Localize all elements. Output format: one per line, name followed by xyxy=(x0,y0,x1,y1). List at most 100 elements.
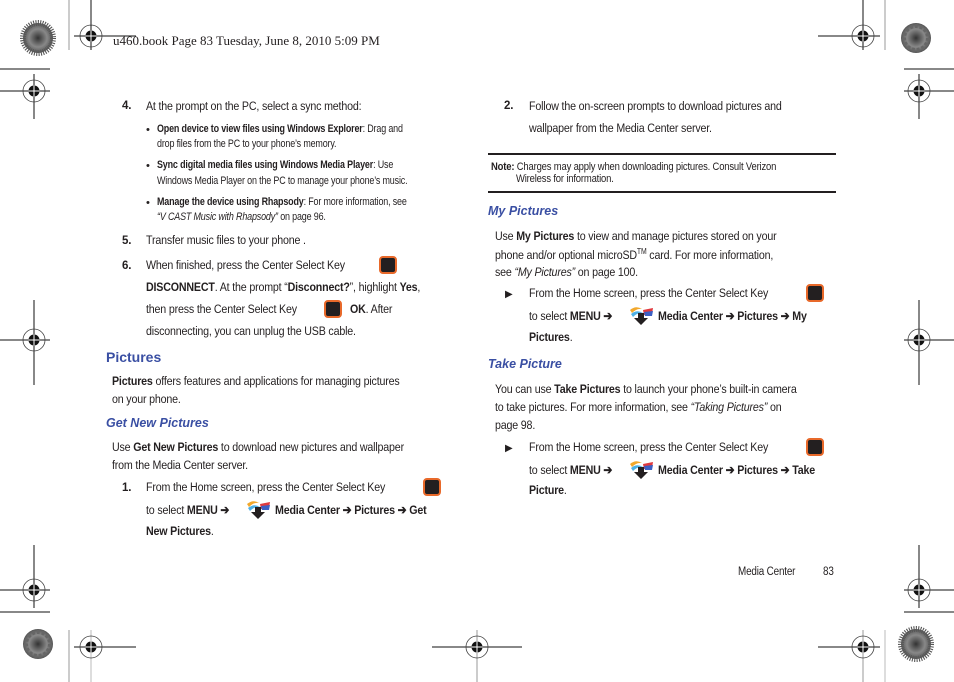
paragraph: from the Media Center server. xyxy=(112,458,248,472)
center-select-key-icon xyxy=(806,284,824,302)
menu-term: MENU xyxy=(569,309,601,323)
paragraph: Use Get New Pictures to download new pic… xyxy=(112,440,404,454)
paragraph: page 98. xyxy=(495,418,536,432)
text: Use xyxy=(495,229,517,243)
menu-term: Picture xyxy=(529,483,564,497)
step-text: Pictures. xyxy=(529,330,573,344)
bullet-text: : For more information, see xyxy=(303,196,407,208)
menu-term: Get xyxy=(409,503,427,517)
text: . After xyxy=(365,302,393,316)
paragraph: see “My Pictures” on page 100. xyxy=(495,265,638,279)
cross-reference-link[interactable]: “V CAST Music with Rhapsody” xyxy=(157,211,278,223)
step-text: to select MENU ➔ xyxy=(529,462,612,477)
bold-term: Pictures xyxy=(112,374,153,388)
bullet-text: : Use xyxy=(373,159,394,171)
step-text: New Pictures. xyxy=(146,524,214,538)
text: You can use xyxy=(495,382,555,396)
arrow-icon: ➔ xyxy=(780,463,790,477)
step-text: to select MENU ➔ xyxy=(146,502,229,517)
note-label: Note: xyxy=(491,161,515,173)
bullet-text: drop files from the PC to your phone’s m… xyxy=(157,138,337,150)
step-text: From the Home screen, press the Center S… xyxy=(529,286,769,300)
arrow-icon: ➔ xyxy=(725,309,735,323)
footer-section-name: Media Center xyxy=(738,566,796,578)
paragraph: to take pictures. For more information, … xyxy=(495,400,782,414)
registration-disc-top-right xyxy=(901,23,931,53)
step-number: 6. xyxy=(122,260,132,272)
text: offers features and applications for man… xyxy=(152,374,400,388)
arrow-icon: ➔ xyxy=(725,463,735,477)
text: ”, highlight xyxy=(349,280,400,294)
arrow-icon: ➔ xyxy=(603,309,613,323)
bullet-item: Sync digital media files using Windows M… xyxy=(157,159,393,171)
bullet-text: Windows Media Player on the PC to manage… xyxy=(157,175,408,187)
menu-term: Media Center xyxy=(658,463,723,477)
menu-term: Media Center xyxy=(658,309,723,323)
bullet-triangle-icon: ▶ xyxy=(505,289,513,300)
step-number: 4. xyxy=(122,100,132,112)
bullet-bold: Sync digital media files using Windows M… xyxy=(157,159,374,171)
text: on page 100. xyxy=(574,265,638,279)
menu-term: My xyxy=(792,309,807,323)
step-text: At the prompt on the PC, select a sync m… xyxy=(146,99,362,113)
media-center-icon xyxy=(630,461,653,479)
page-number: 83 xyxy=(823,566,834,578)
note-text: Charges may apply when downloading pictu… xyxy=(514,161,777,173)
subsection-heading-get-new-pictures: Get New Pictures xyxy=(106,416,209,430)
text: to select xyxy=(146,503,187,517)
step-text: wallpaper from the Media Center server. xyxy=(529,121,712,135)
step-text: From the Home screen, press the Center S… xyxy=(529,440,769,454)
bold-term: Disconnect? xyxy=(287,280,350,294)
paragraph: Use My Pictures to view and manage pictu… xyxy=(495,229,777,243)
subsection-heading-my-pictures: My Pictures xyxy=(488,204,559,218)
step-text: Media Center ➔ Pictures ➔ Get xyxy=(275,502,427,517)
paragraph: on your phone. xyxy=(112,392,181,406)
menu-term: New Pictures xyxy=(146,524,211,538)
step-text: Media Center ➔ Pictures ➔ Take xyxy=(658,462,815,477)
step-number: 1. xyxy=(122,482,132,494)
menu-term: MENU xyxy=(186,503,218,517)
menu-term: Pictures xyxy=(737,463,778,477)
center-select-key-icon xyxy=(379,256,397,274)
media-center-icon xyxy=(247,501,270,519)
text: . xyxy=(569,330,573,344)
registration-disc-bottom-right xyxy=(898,626,934,662)
bold-term: Yes xyxy=(399,280,418,294)
text: on xyxy=(767,400,782,414)
paragraph: phone and/or optional microSDTM card. Fo… xyxy=(495,247,773,262)
center-select-key-icon xyxy=(423,478,441,496)
step-text: DISCONNECT. At the prompt “Disconnect?”,… xyxy=(146,280,420,294)
paragraph: You can use Take Pictures to launch your… xyxy=(495,382,797,396)
menu-term: Pictures xyxy=(529,330,570,344)
menu-term: MENU xyxy=(569,463,601,477)
step-text: Picture. xyxy=(529,483,567,497)
text: to take pictures. For more information, … xyxy=(495,400,691,414)
text: to select xyxy=(529,463,570,477)
bullet-bold: Open device to view files using Windows … xyxy=(157,123,363,135)
subsection-heading-take-picture: Take Picture xyxy=(488,357,562,371)
bullet-dot: • xyxy=(146,160,150,172)
arrow-icon: ➔ xyxy=(220,503,230,517)
arrow-icon: ➔ xyxy=(603,463,613,477)
text: to launch your phone’s built-in camera xyxy=(620,382,797,396)
menu-term: Take xyxy=(792,463,816,477)
step-text: Follow the on-screen prompts to download… xyxy=(529,99,782,113)
media-center-icon xyxy=(630,307,653,325)
step-text: When finished, press the Center Select K… xyxy=(146,258,345,272)
bold-term: Get New Pictures xyxy=(133,440,219,454)
cross-reference-link[interactable]: “My Pictures” xyxy=(514,265,575,279)
text: . At the prompt “ xyxy=(214,280,288,294)
step-number: 5. xyxy=(122,235,132,247)
cross-reference-link[interactable]: “Taking Pictures” xyxy=(691,400,768,414)
step-text: Transfer music files to your phone . xyxy=(146,233,306,247)
bullet-item: Open device to view files using Windows … xyxy=(157,123,403,135)
arrow-icon: ➔ xyxy=(780,309,790,323)
menu-term: Pictures xyxy=(354,503,395,517)
menu-term: Pictures xyxy=(737,309,778,323)
section-heading-pictures: Pictures xyxy=(106,349,162,365)
registration-disc-bottom-left xyxy=(23,629,53,659)
printer-marks xyxy=(0,0,954,682)
bullet-dot: • xyxy=(146,124,150,136)
text: Use xyxy=(112,440,134,454)
step-text: disconnecting, you can unplug the USB ca… xyxy=(146,324,356,338)
